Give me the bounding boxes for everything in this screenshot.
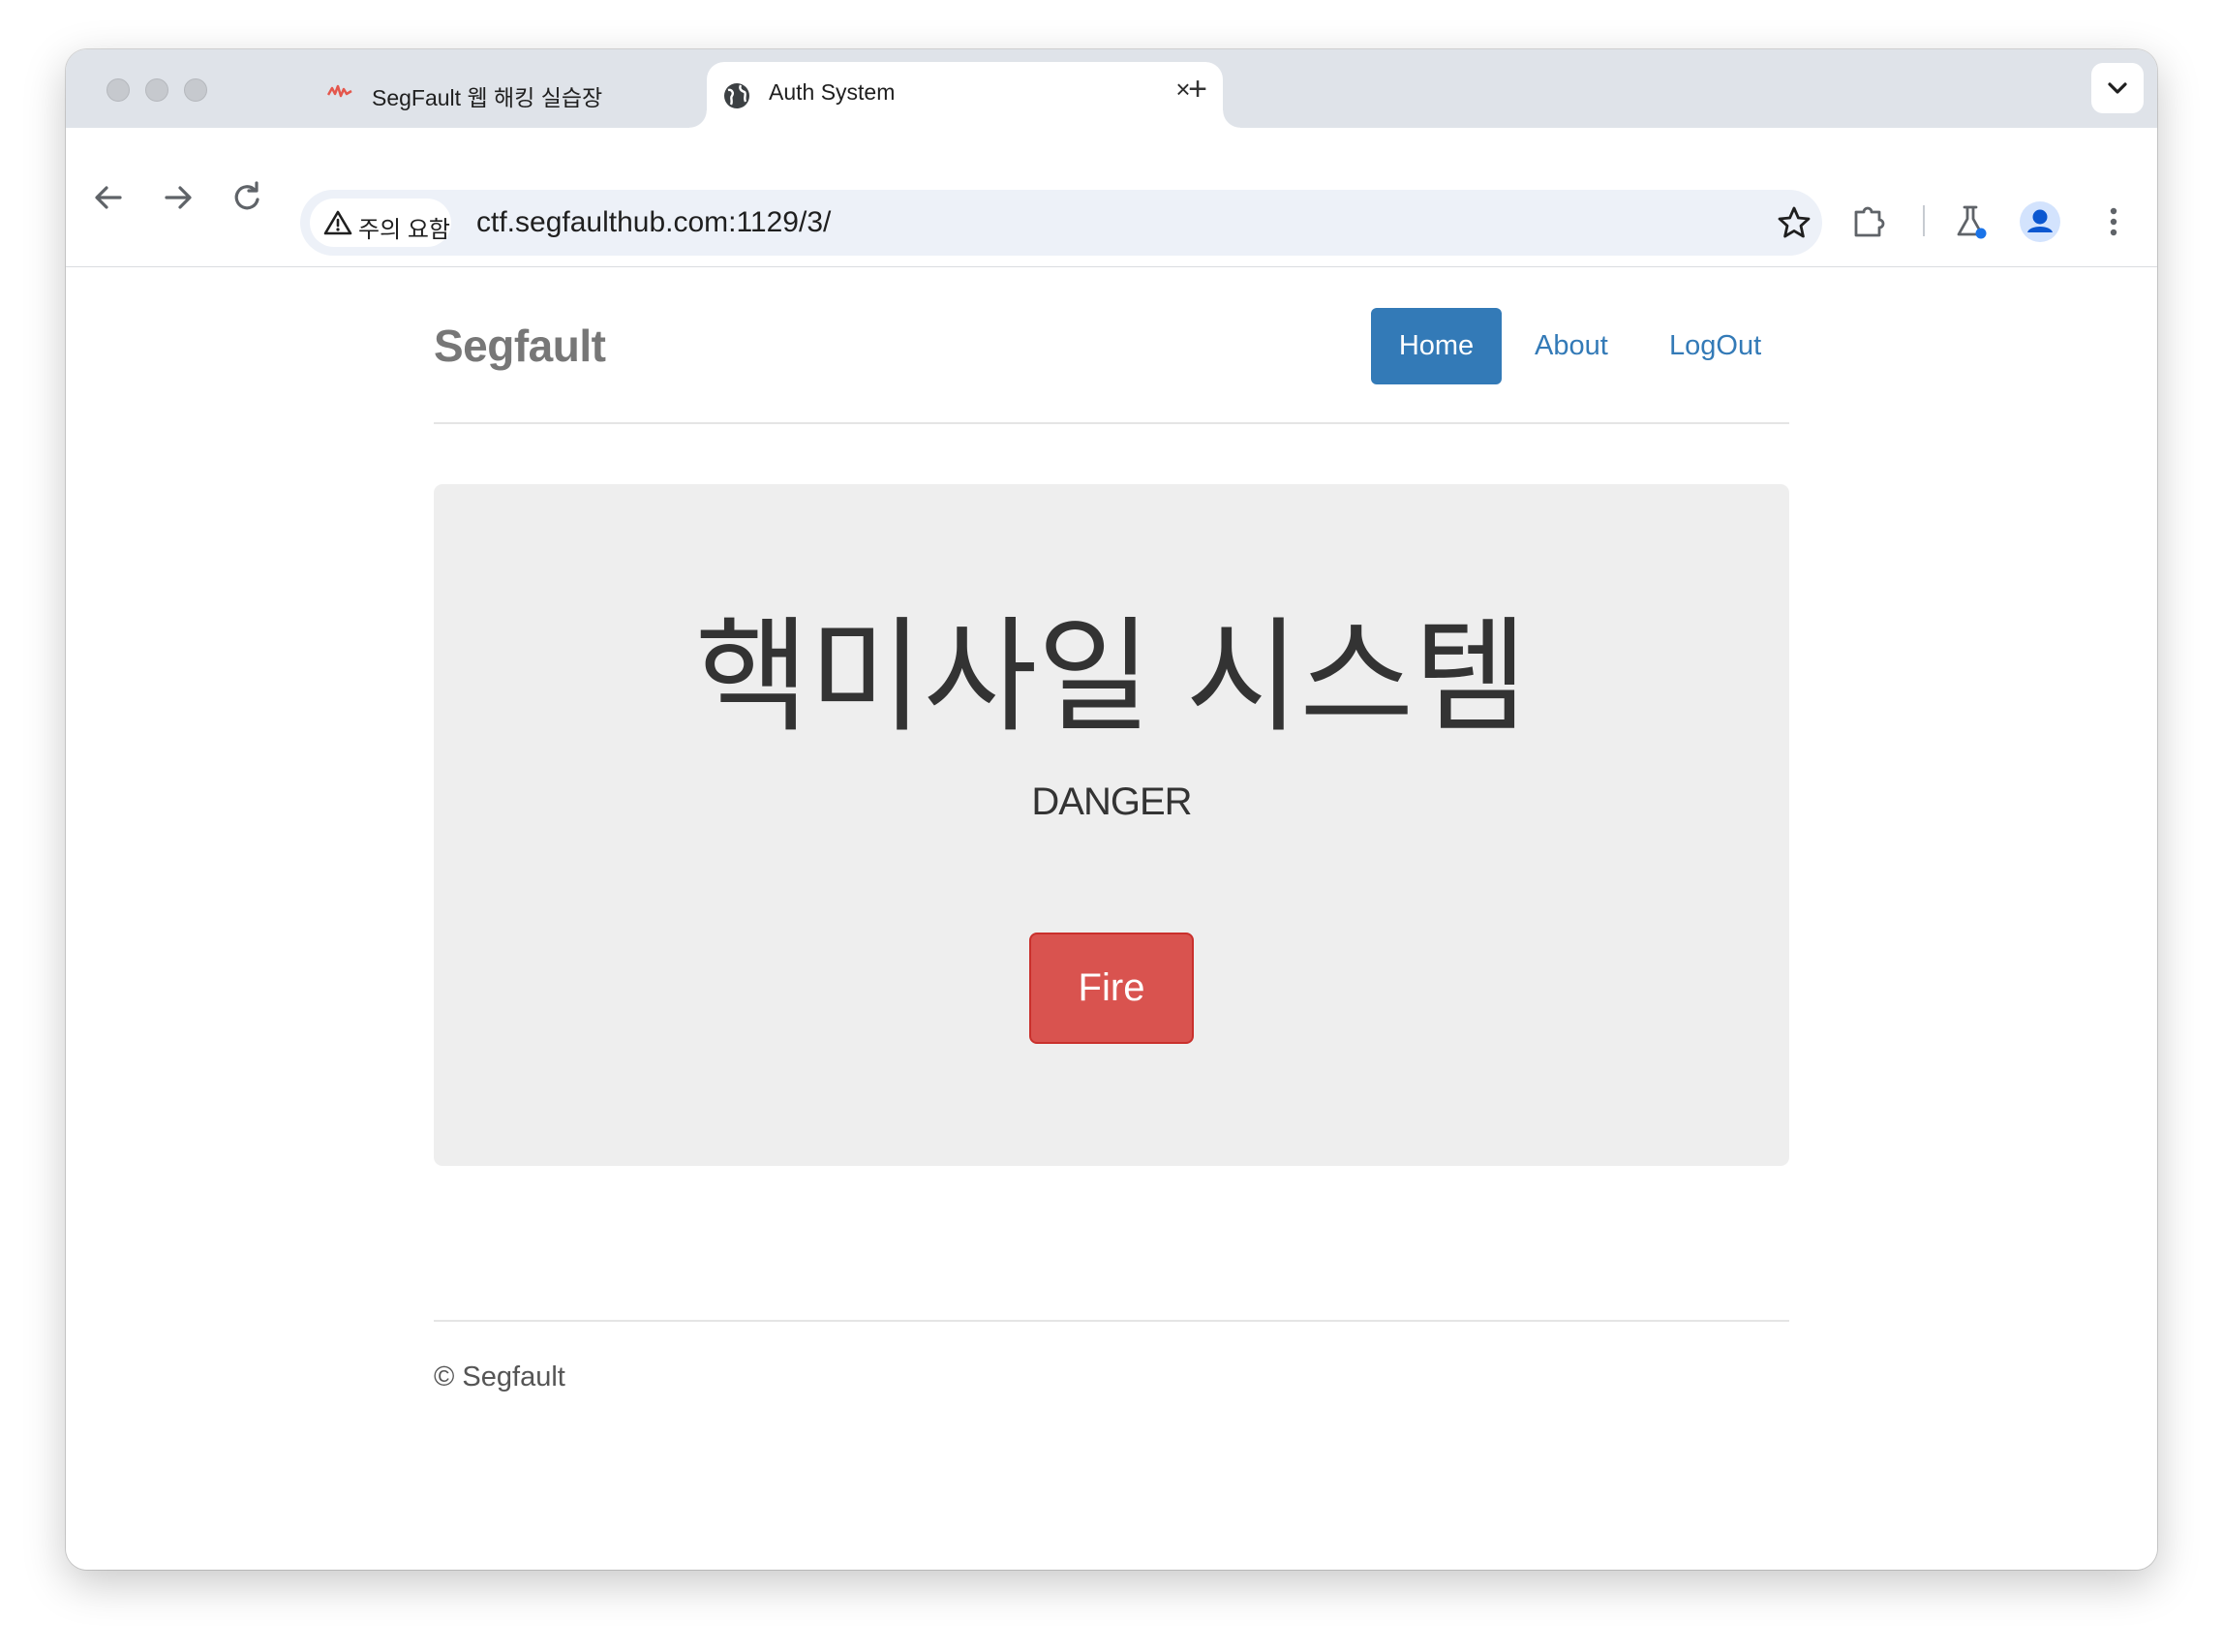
footer-divider bbox=[434, 1320, 1789, 1322]
profile-avatar-icon[interactable] bbox=[2016, 198, 2064, 251]
chevron-down-icon bbox=[2108, 82, 2127, 94]
nav-about-link[interactable]: About bbox=[1535, 308, 1608, 384]
tab-strip: SegFault 웹 해킹 실습장 × Auth System × + bbox=[66, 49, 2157, 128]
tab-segfault[interactable]: SegFault 웹 해킹 실습장 × bbox=[246, 62, 759, 128]
jumbotron: 핵미사일 시스템 DANGER Fire bbox=[434, 484, 1789, 1166]
footer-copyright: © Segfault bbox=[434, 1361, 565, 1392]
nav-logout-link[interactable]: LogOut bbox=[1669, 308, 1761, 384]
browser-toolbar: 주의 요함 ctf.segfaulthub.com:1129/3/ bbox=[66, 128, 2157, 267]
reload-button[interactable] bbox=[225, 174, 271, 221]
jumbotron-title: 핵미사일 시스템 bbox=[695, 608, 1528, 747]
address-bar[interactable]: 주의 요함 ctf.segfaulthub.com:1129/3/ bbox=[300, 190, 1822, 256]
window-minimize-button[interactable] bbox=[145, 78, 168, 102]
tab-search-button[interactable] bbox=[2091, 63, 2144, 113]
site-brand[interactable]: Segfault bbox=[434, 320, 606, 372]
tab-title: Auth System bbox=[769, 79, 896, 105]
globe-icon bbox=[722, 81, 751, 115]
extensions-puzzle-icon[interactable] bbox=[1847, 199, 1892, 249]
web-page: Segfault Home About LogOut 핵미사일 시스템 DANG… bbox=[66, 267, 2157, 1570]
reload-icon bbox=[234, 181, 259, 210]
forward-button[interactable] bbox=[155, 174, 201, 221]
warning-icon bbox=[323, 210, 352, 235]
jumbotron-subtitle: DANGER bbox=[1031, 780, 1192, 823]
url-text[interactable]: ctf.segfaulthub.com:1129/3/ bbox=[476, 206, 831, 239]
tab-title: SegFault 웹 해킹 실습장 bbox=[372, 85, 603, 110]
window-close-button[interactable] bbox=[107, 78, 130, 102]
header-divider bbox=[434, 422, 1789, 424]
segfault-favicon-icon bbox=[326, 82, 352, 108]
back-button[interactable] bbox=[85, 174, 132, 221]
security-chip-label: 주의 요함 bbox=[358, 217, 450, 243]
toolbar-separator bbox=[1923, 205, 1925, 236]
new-tab-plus-icon[interactable]: + bbox=[1177, 69, 1218, 109]
fire-button[interactable]: Fire bbox=[1029, 933, 1194, 1044]
security-chip[interactable]: 주의 요함 bbox=[310, 199, 451, 247]
nav-home-button[interactable]: Home bbox=[1371, 308, 1502, 384]
bookmark-star-icon[interactable] bbox=[1776, 204, 1812, 241]
more-menu-icon[interactable] bbox=[2091, 199, 2136, 249]
browser-window: SegFault 웹 해킹 실습장 × Auth System × + bbox=[66, 49, 2157, 1570]
window-zoom-button[interactable] bbox=[184, 78, 207, 102]
arrow-right-icon bbox=[165, 186, 192, 209]
labs-flask-icon[interactable] bbox=[1948, 199, 1993, 249]
tab-auth-system[interactable]: Auth System × bbox=[689, 62, 1240, 128]
arrow-left-icon bbox=[95, 186, 122, 209]
